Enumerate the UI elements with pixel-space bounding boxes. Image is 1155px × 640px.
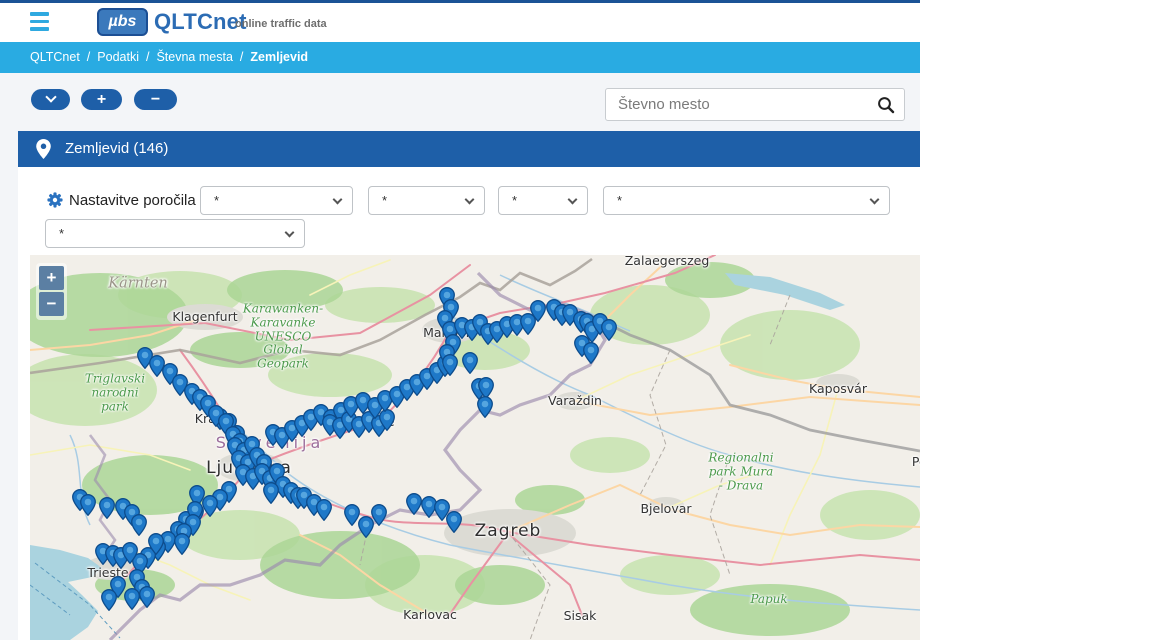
traffic-counter-pin[interactable] — [80, 494, 96, 516]
traffic-counter-pin[interactable] — [477, 396, 493, 418]
filter-dropdown-1: * — [200, 186, 353, 215]
breadcrumb-podatki[interactable]: Podatki — [97, 50, 139, 64]
filter-select-3[interactable]: * — [499, 187, 587, 214]
zemljevid-panel: Zemljevid (146) Nastavitve poročila * — [18, 131, 920, 640]
breadcrumb-qltcnet[interactable]: QLTCnet — [30, 50, 80, 64]
traffic-counter-pin[interactable] — [446, 511, 462, 533]
chevron-down-icon — [45, 91, 56, 102]
traffic-counter-pin[interactable] — [101, 589, 117, 611]
search-icon[interactable] — [876, 95, 896, 115]
map-tiles — [30, 255, 920, 640]
report-settings: Nastavitve poročila * * * * * — [18, 167, 920, 255]
search-input[interactable] — [606, 89, 868, 120]
location-pin-icon — [36, 139, 51, 164]
map-zoom-in-button[interactable]: + — [39, 266, 64, 290]
search-box — [605, 88, 905, 121]
traffic-counter-pin[interactable] — [122, 542, 138, 564]
panel-header: Zemljevid (146) — [18, 131, 920, 167]
panel-title: Zemljevid (146) — [65, 140, 168, 157]
filter-dropdown-2: * — [368, 186, 485, 215]
report-settings-label: Nastavitve poročila — [69, 192, 196, 209]
traffic-counter-pin[interactable] — [124, 588, 140, 610]
breadcrumb-separator: / — [240, 50, 243, 64]
traffic-counter-pin[interactable] — [371, 504, 387, 526]
filter-select-2[interactable]: * — [369, 187, 484, 214]
filter-dropdown-4: * — [603, 186, 890, 215]
collapse-button[interactable] — [31, 89, 70, 110]
app-window: µbs QLTCnet online traffic data QLTCnet /… — [0, 0, 920, 640]
filter-dropdown-5: * — [45, 219, 305, 248]
traffic-counter-pin[interactable] — [131, 514, 147, 536]
filter-select-1[interactable]: * — [201, 187, 352, 214]
traffic-counter-pin[interactable] — [148, 533, 164, 555]
header: µbs QLTCnet online traffic data — [0, 3, 920, 42]
filter-select-4[interactable]: * — [604, 187, 889, 214]
hamburger-menu-icon[interactable] — [30, 12, 50, 34]
traffic-counter-pin[interactable] — [263, 482, 279, 504]
collapse-all-button[interactable]: − — [134, 89, 177, 110]
breadcrumb-stevna-mesta[interactable]: Števna mesta — [156, 50, 232, 64]
minus-icon: − — [134, 90, 177, 109]
breadcrumb-separator: / — [87, 50, 90, 64]
traffic-counter-pin[interactable] — [530, 300, 546, 322]
expand-all-button[interactable]: + — [81, 89, 122, 110]
plus-icon: + — [81, 90, 122, 109]
app-tagline: online traffic data — [235, 18, 327, 30]
breadcrumb-zemljevid: Zemljevid — [250, 50, 308, 64]
mbs-logo[interactable]: µbs — [97, 8, 148, 36]
breadcrumb-separator: / — [146, 50, 149, 64]
map-canvas[interactable]: KärntenKlagenfurtKarawanken- Karavanke U… — [30, 255, 920, 640]
traffic-counter-pin[interactable] — [406, 493, 422, 515]
traffic-counter-pin[interactable] — [601, 319, 617, 341]
map-zoom-out-button[interactable]: − — [39, 292, 64, 316]
traffic-counter-pin[interactable] — [442, 354, 458, 376]
traffic-counter-pin[interactable] — [174, 533, 190, 555]
breadcrumb: QLTCnet / Podatki / Števna mesta / Zemljevid — [0, 42, 920, 73]
app-title: QLTCnet — [154, 9, 247, 35]
map-zoom-control: + − — [36, 263, 67, 320]
traffic-counter-pin[interactable] — [583, 342, 599, 364]
traffic-counter-pin[interactable] — [99, 497, 115, 519]
traffic-counter-pin[interactable] — [316, 499, 332, 521]
filter-dropdown-3: * — [498, 186, 588, 215]
traffic-counter-pin[interactable] — [462, 352, 478, 374]
filter-select-5[interactable]: * — [46, 220, 304, 247]
gear-icon — [47, 192, 63, 208]
traffic-counter-pin[interactable] — [139, 586, 155, 608]
